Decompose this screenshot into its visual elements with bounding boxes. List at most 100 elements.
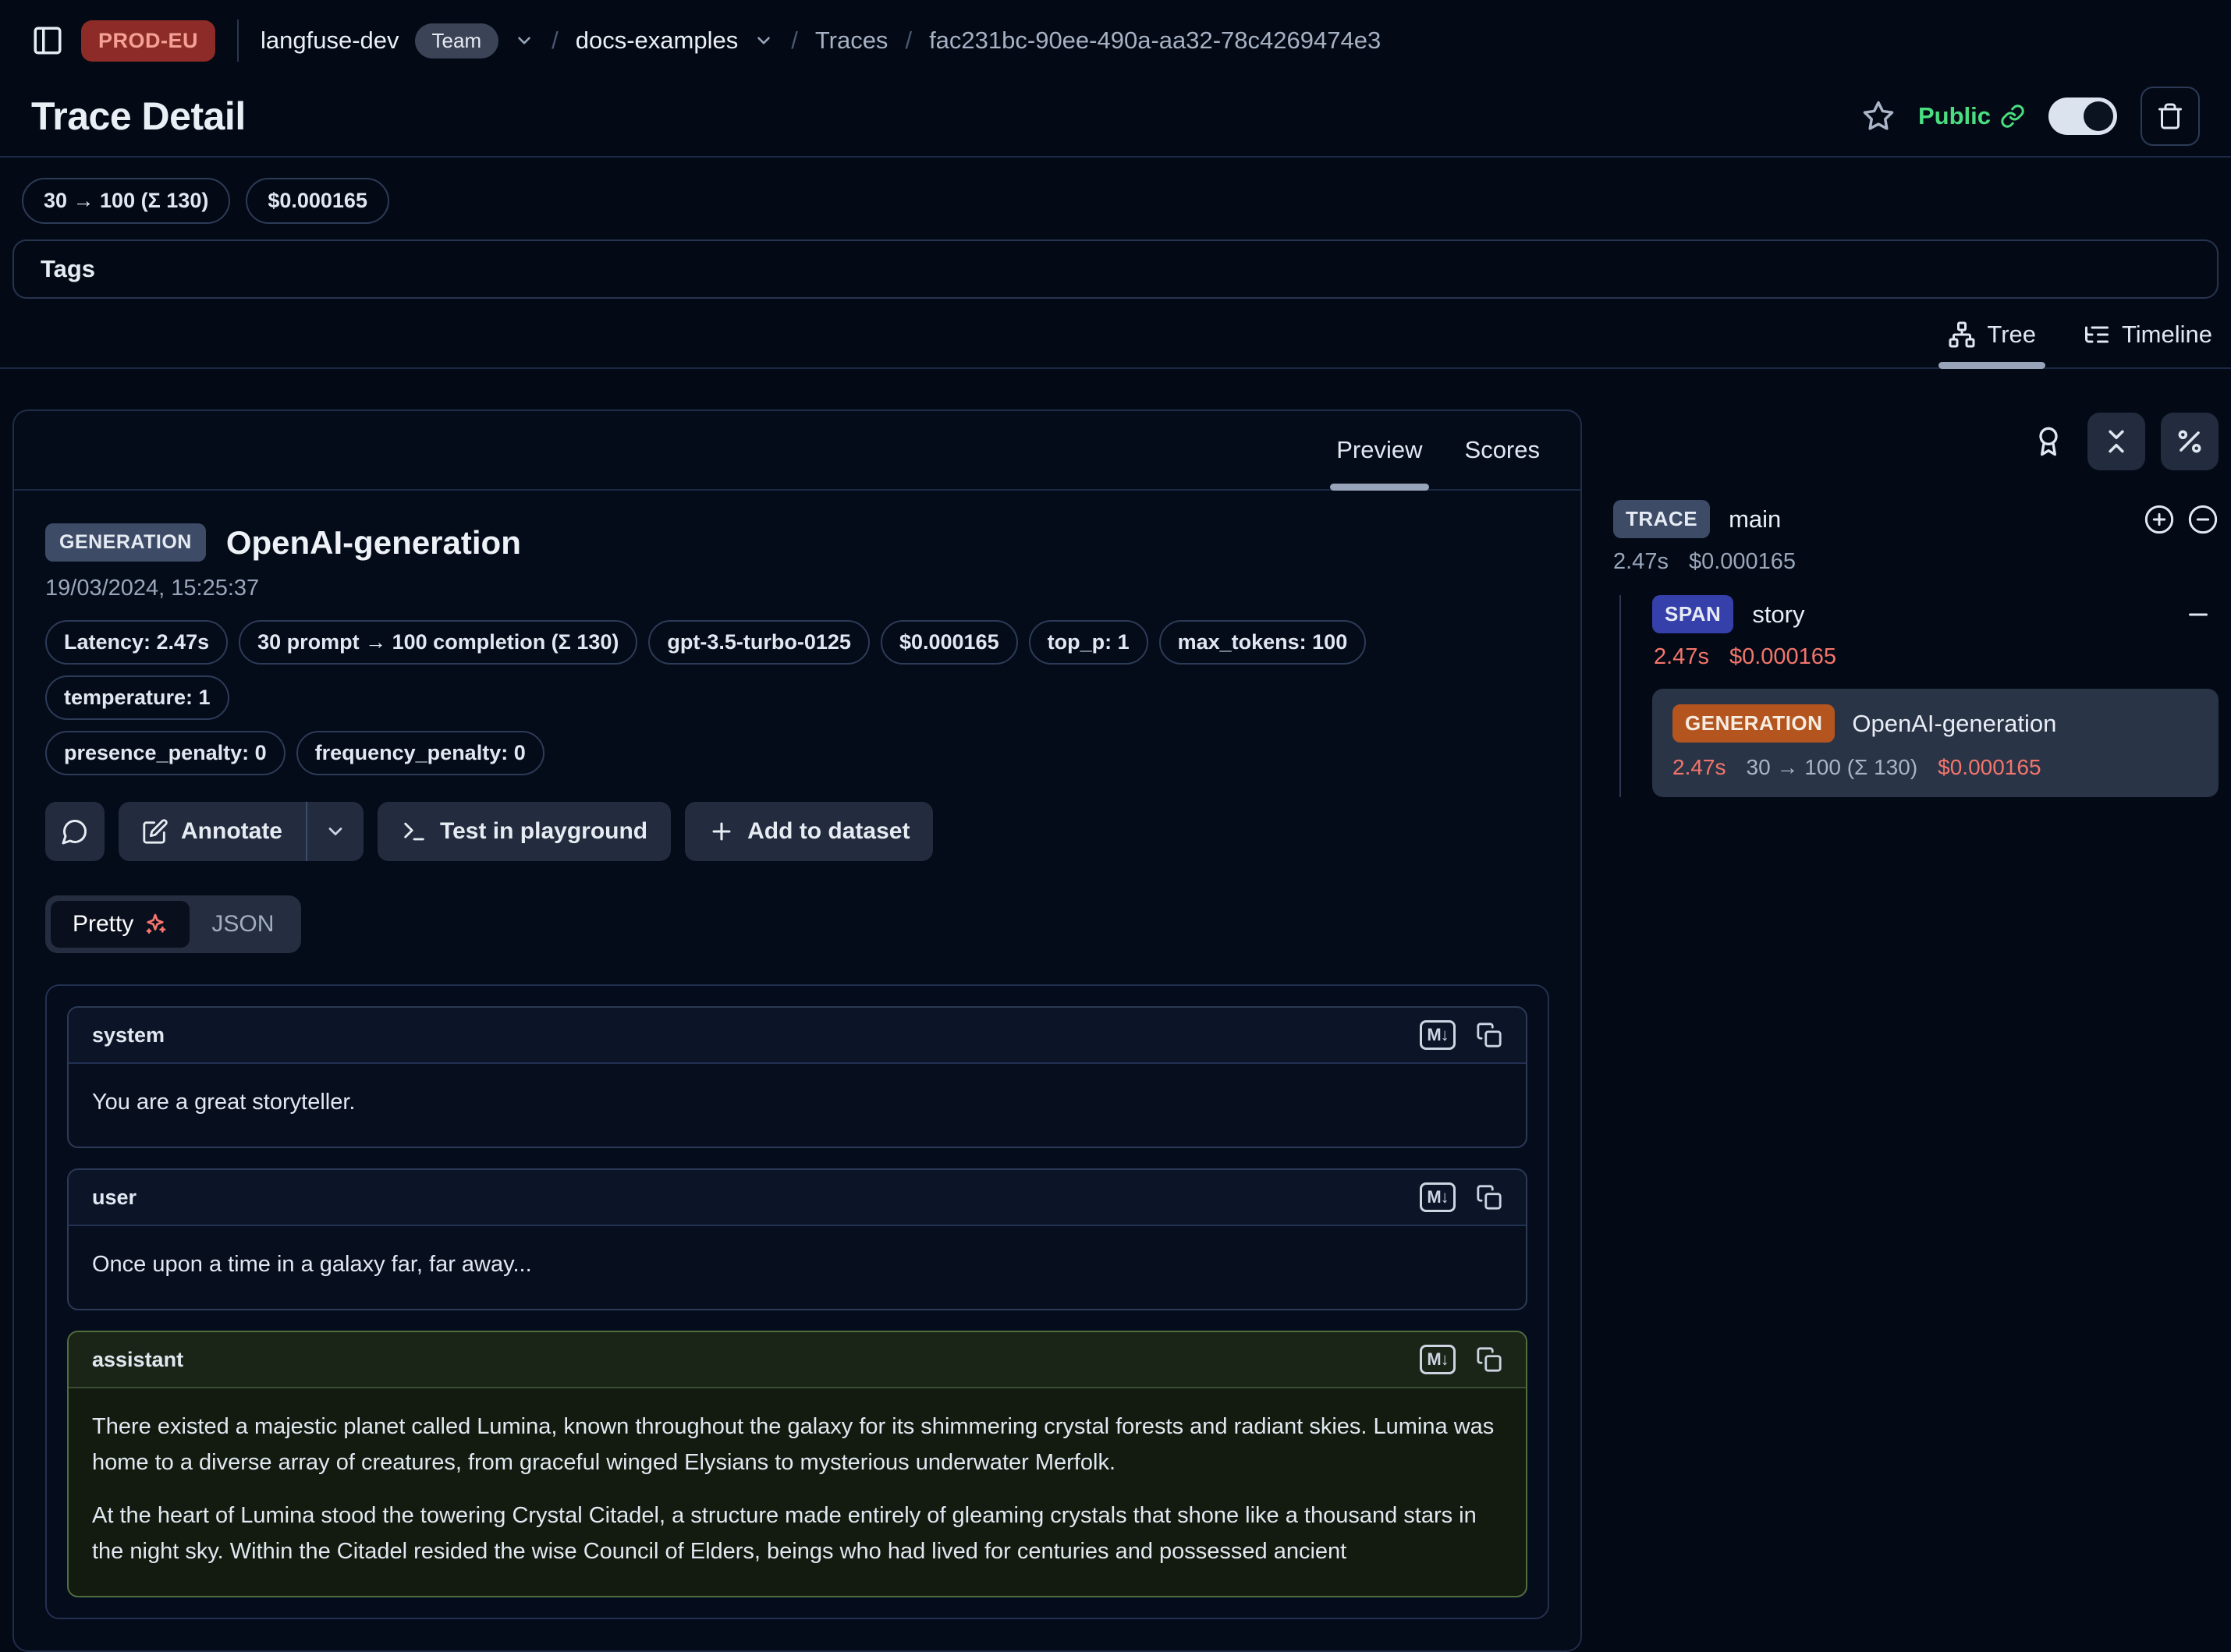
- test-in-playground-button[interactable]: Test in playground: [378, 802, 671, 861]
- markdown-toggle-icon[interactable]: M↓: [1420, 1182, 1456, 1212]
- json-view-toggle[interactable]: JSON: [190, 901, 296, 948]
- message-role: assistant: [92, 1348, 183, 1372]
- annotate-dropdown-button[interactable]: [307, 802, 364, 861]
- latency-badge: Latency: 2.47s: [45, 620, 228, 665]
- scores-award-button[interactable]: [2033, 426, 2064, 457]
- environment-badge[interactable]: PROD-EU: [81, 20, 215, 62]
- cost-badge: $0.000165: [881, 620, 1018, 665]
- assistant-paragraph: There existed a majestic planet called L…: [92, 1409, 1502, 1480]
- message-header-actions: M↓: [1420, 1345, 1502, 1374]
- view-tabs: Tree Timeline: [0, 299, 2231, 369]
- tags-section[interactable]: Tags: [12, 239, 2219, 299]
- trace-type-badge: TRACE: [1613, 500, 1710, 538]
- percent-icon: [2175, 427, 2204, 456]
- generation-type-badge: GENERATION: [1672, 704, 1835, 743]
- comment-button[interactable]: [45, 802, 105, 861]
- span-metrics: 2.47s $0.000165: [1654, 644, 2219, 670]
- breadcrumb-project[interactable]: docs-examples: [576, 27, 738, 55]
- message-content: You are a great storyteller.: [69, 1064, 1526, 1147]
- chevron-down-icon[interactable]: [514, 30, 534, 51]
- trace-name: main: [1729, 505, 1781, 534]
- breadcrumb: langfuse-dev Team / docs-examples / Trac…: [261, 23, 1381, 58]
- sidebar-toggle-button[interactable]: [31, 24, 64, 57]
- trash-icon: [2156, 102, 2184, 130]
- public-link[interactable]: Public: [1918, 102, 2025, 130]
- breadcrumb-org[interactable]: langfuse-dev: [261, 27, 399, 55]
- tab-scores[interactable]: Scores: [1448, 411, 1557, 489]
- tab-tree[interactable]: Tree: [1948, 321, 2036, 367]
- message-header-actions: M↓: [1420, 1020, 1502, 1050]
- annotate-button[interactable]: Annotate: [119, 802, 364, 861]
- circle-minus-icon: [2187, 504, 2219, 535]
- show-metrics-percent-button[interactable]: [2161, 413, 2219, 470]
- temperature-badge: temperature: 1: [45, 675, 229, 720]
- public-label: Public: [1918, 102, 1991, 130]
- trace-detail-page: PROD-EU langfuse-dev Team / docs-example…: [0, 0, 2231, 1652]
- bookmark-star-button[interactable]: [1862, 100, 1895, 133]
- playground-label: Test in playground: [440, 818, 647, 845]
- delete-trace-button[interactable]: [2141, 87, 2200, 146]
- token-usage-badge: 30 prompt → 100 completion (Σ 130): [239, 620, 637, 665]
- observation-timestamp: 19/03/2024, 15:25:37: [45, 576, 1549, 601]
- tree-icon: [1948, 321, 1976, 349]
- tree-node-generation-selected[interactable]: GENERATION OpenAI-generation 2.47s 30 → …: [1652, 689, 2219, 797]
- page-title: Trace Detail: [31, 94, 246, 139]
- message-role: system: [92, 1023, 165, 1048]
- generation-latency: 2.47s: [1672, 755, 1726, 780]
- tree-node-trace[interactable]: TRACE main: [1613, 500, 2219, 538]
- observation-header: GENERATION OpenAI-generation: [45, 523, 1549, 562]
- copy-icon[interactable]: [1476, 1184, 1502, 1211]
- message-header: system M↓: [69, 1008, 1526, 1064]
- markdown-toggle-icon[interactable]: M↓: [1420, 1345, 1456, 1374]
- generation-metrics: 2.47s 30 → 100 (Σ 130) $0.000165: [1672, 755, 2198, 780]
- collapse-all-button[interactable]: [2087, 413, 2145, 470]
- markdown-toggle-icon[interactable]: M↓: [1420, 1020, 1456, 1050]
- toggle-knob: [2084, 101, 2113, 131]
- generation-name: OpenAI-generation: [1852, 710, 2056, 738]
- add-to-dataset-button[interactable]: Add to dataset: [685, 802, 933, 861]
- observation-params-row: Latency: 2.47s 30 prompt → 100 completio…: [45, 620, 1549, 720]
- collapse-tree-button[interactable]: [2187, 504, 2219, 535]
- collapse-vertical-icon: [2102, 427, 2131, 456]
- message-assistant: assistant M↓ There existed a majestic pl…: [67, 1331, 1527, 1597]
- breadcrumb-separator: /: [550, 27, 560, 55]
- collapse-node-button[interactable]: [2184, 601, 2212, 629]
- message-user: user M↓ Once upon a time in a galaxy far…: [67, 1168, 1527, 1310]
- messages-container: system M↓ You are a great storyteller.: [45, 984, 1549, 1619]
- comment-icon: [61, 817, 89, 845]
- message-content: Once upon a time in a galaxy far, far aw…: [69, 1226, 1526, 1309]
- model-badge[interactable]: gpt-3.5-turbo-0125: [648, 620, 870, 665]
- max-tokens-badge: max_tokens: 100: [1159, 620, 1367, 665]
- tree-node-span[interactable]: SPAN story: [1652, 595, 2219, 633]
- assistant-paragraph: At the heart of Lumina stood the towerin…: [92, 1498, 1502, 1569]
- annotate-label: Annotate: [181, 818, 282, 845]
- copy-icon[interactable]: [1476, 1346, 1502, 1373]
- link-icon: [2000, 104, 2025, 129]
- actions-row: Annotate Test in playground Add to data: [45, 802, 1549, 861]
- star-icon: [1862, 100, 1895, 133]
- tab-timeline[interactable]: Timeline: [2083, 321, 2212, 367]
- terminal-icon: [401, 818, 427, 845]
- chevron-down-icon[interactable]: [754, 30, 774, 51]
- tags-label: Tags: [41, 255, 95, 282]
- token-usage-badge: 30 → 100 (Σ 130): [22, 178, 230, 224]
- copy-icon[interactable]: [1476, 1022, 1502, 1048]
- public-toggle[interactable]: [2048, 97, 2117, 135]
- generation-node-header: GENERATION OpenAI-generation: [1672, 704, 2198, 743]
- trace-subtree: SPAN story 2.47s $0.000165 GENERATION Op…: [1619, 595, 2219, 797]
- observation-params-row-2: presence_penalty: 0 frequency_penalty: 0: [45, 731, 1549, 775]
- topbar-divider: [237, 19, 239, 62]
- breadcrumb-separator: /: [789, 27, 800, 55]
- expand-all-button[interactable]: [2144, 504, 2175, 535]
- plus-icon: [708, 818, 735, 845]
- tab-preview-label: Preview: [1336, 436, 1422, 464]
- breadcrumb-traces-link[interactable]: Traces: [815, 27, 888, 55]
- pretty-view-toggle[interactable]: Pretty: [51, 901, 190, 948]
- presence-penalty-badge: presence_penalty: 0: [45, 731, 286, 775]
- observation-body: GENERATION OpenAI-generation 19/03/2024,…: [14, 491, 1580, 1650]
- generation-tokens: 30 → 100 (Σ 130): [1747, 755, 1918, 780]
- tab-preview[interactable]: Preview: [1319, 411, 1439, 489]
- observation-type-badge: GENERATION: [45, 523, 206, 562]
- org-plan-badge: Team: [415, 23, 499, 58]
- pretty-label: Pretty: [73, 911, 133, 938]
